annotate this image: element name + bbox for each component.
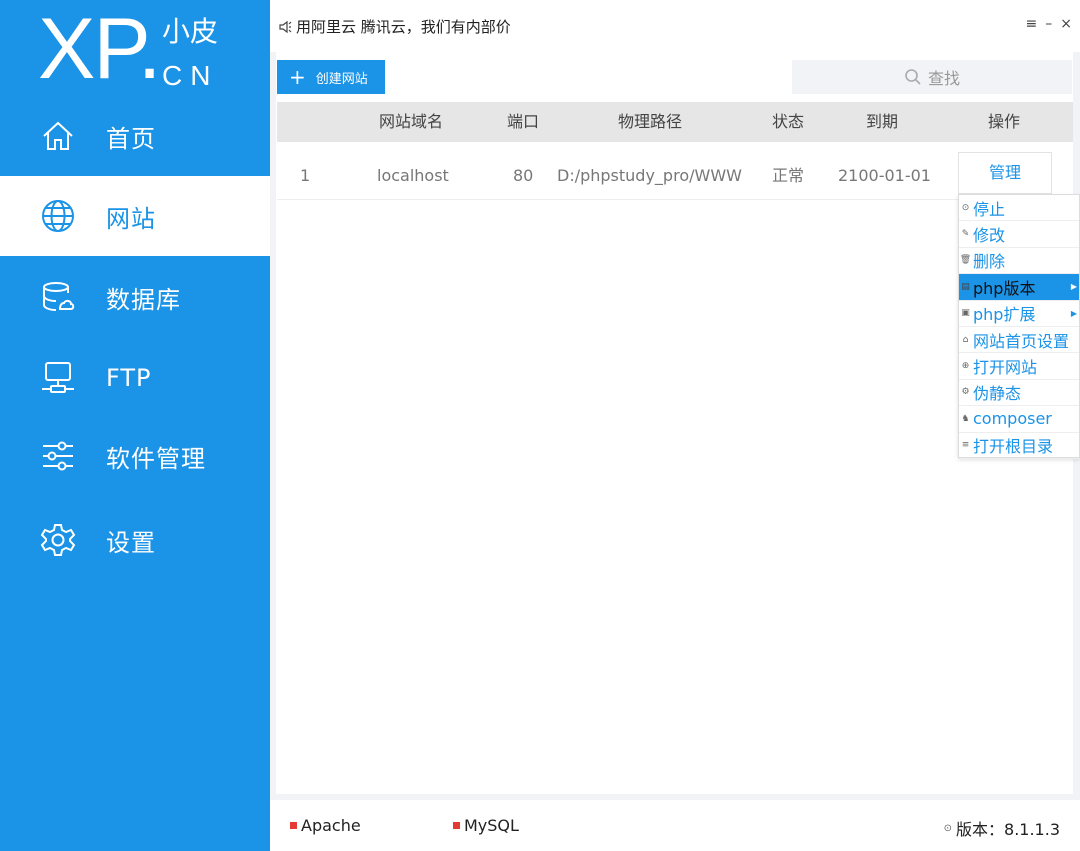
column-header-path: 物理路径 (618, 112, 683, 131)
status-bar: Apache MySQL ⊙ 版本：8.1.1.3 (270, 800, 1080, 851)
menu-item-label: 删除 (973, 252, 1006, 272)
service-apache[interactable]: Apache (290, 816, 361, 835)
service-label: Apache (301, 816, 361, 835)
version-info[interactable]: ⊙ 版本：8.1.1.3 (944, 816, 1060, 840)
sidebar-item-label: 数据库 (106, 285, 181, 314)
logo-cn-top: 小皮 (162, 15, 219, 48)
folder-list-icon: ≡ (961, 440, 970, 451)
sidebar-item-software[interactable]: 软件管理 (0, 416, 270, 496)
column-header-action: 操作 (988, 112, 1021, 131)
search-icon (904, 68, 922, 86)
stop-icon: ⊙ (961, 202, 970, 213)
menu-item-composer[interactable]: ♞ composer (959, 406, 1079, 433)
sidebar-item-settings[interactable]: 设置 (0, 500, 270, 580)
menu-item-label: 打开根目录 (973, 437, 1054, 457)
composer-icon: ♞ (961, 413, 970, 424)
open-site-icon: ⊕ (961, 361, 970, 372)
globe-icon (40, 198, 76, 234)
speaker-icon (278, 19, 292, 34)
submenu-arrow-icon: ▶ (1070, 308, 1077, 318)
menu-item-label: php版本 (973, 278, 1036, 298)
info-icon: ⊙ (943, 822, 953, 834)
menu-item-label: 打开网站 (973, 358, 1038, 378)
sidebar-item-label: 设置 (106, 528, 156, 557)
manage-button[interactable]: 管理 (958, 152, 1052, 194)
sidebar-item-database[interactable]: 数据库 (0, 257, 270, 337)
menu-item-rewrite[interactable]: ⚙ 伪静态 (959, 380, 1079, 407)
sidebar: XP. 小皮 CN 首页 网站 数据库 FTP 软件管理 设置 (0, 0, 270, 851)
service-label: MySQL (464, 816, 519, 835)
menu-item-label: 停止 (973, 199, 1006, 219)
service-mysql[interactable]: MySQL (453, 816, 519, 835)
menu-item-delete[interactable]: 🗑 删除 (959, 248, 1079, 275)
minimize-icon[interactable]: – (1045, 16, 1052, 32)
submenu-arrow-icon: ▶ (1070, 282, 1077, 292)
edit-icon: ✎ (961, 229, 970, 240)
search-placeholder: 查找 (927, 69, 960, 88)
plus-icon: + (289, 65, 306, 89)
logo-cn-bottom: CN (162, 60, 219, 91)
sidebar-item-label: FTP (106, 364, 152, 392)
sidebar-item-ftp[interactable]: FTP (0, 338, 270, 418)
rewrite-icon: ⚙ (961, 387, 970, 398)
row-status: 正常 (772, 166, 805, 185)
row-domain: localhost (377, 166, 449, 185)
menu-item-open-root[interactable]: ≡ 打开根目录 (959, 433, 1079, 459)
trash-icon: 🗑 (959, 255, 972, 266)
menu-item-php-extension[interactable]: ▣ php扩展 ▶ (959, 301, 1079, 327)
column-header-status: 状态 (772, 112, 805, 131)
manage-context-menu: ⊙ 停止 ✎ 修改 🗑 删除 ▤ php版本 ▶ ▣ php扩展 ▶ ⌂ 网站首… (958, 194, 1080, 459)
notice-bar: 用阿里云 腾讯云，我们有内部价 ≡ – × (270, 0, 1080, 52)
database-icon (40, 279, 76, 315)
menu-item-stop[interactable]: ⊙ 停止 (959, 195, 1079, 222)
column-header-expire: 到期 (866, 112, 899, 131)
menu-item-php-version[interactable]: ▤ php版本 ▶ (959, 274, 1079, 301)
row-path: D:/phpstudy_pro/WWW (557, 166, 742, 185)
website-panel: + 创建网站 查找 网站域名 端口 物理路径 状态 到期 操作 1 localh… (276, 52, 1073, 794)
sidebar-item-website[interactable]: 网站 (0, 176, 270, 256)
version-label: 版本：8.1.1.3 (956, 820, 1060, 839)
menu-item-label: 伪静态 (973, 384, 1022, 404)
window-controls: ≡ – × (1026, 16, 1072, 32)
logo-main: XP. (38, 1, 162, 97)
create-website-label: 创建网站 (315, 71, 368, 87)
create-website-button[interactable]: + 创建网站 (277, 60, 385, 94)
close-icon[interactable]: × (1060, 16, 1072, 32)
table-header: 网站域名 端口 物理路径 状态 到期 操作 (277, 102, 1073, 142)
sidebar-item-label: 网站 (106, 204, 156, 233)
row-expire: 2100-01-01 (838, 166, 931, 185)
status-indicator (453, 822, 460, 829)
ftp-monitor-icon (40, 360, 76, 396)
home-icon (40, 118, 76, 154)
column-header-port: 端口 (507, 112, 540, 131)
status-indicator (290, 822, 297, 829)
home-setting-icon: ⌂ (962, 334, 969, 345)
column-header-domain: 网站域名 (379, 112, 444, 131)
menu-item-homepage-setting[interactable]: ⌂ 网站首页设置 (959, 327, 1079, 354)
menu-item-open-site[interactable]: ⊕ 打开网站 (959, 353, 1079, 380)
row-index: 1 (300, 166, 311, 185)
menu-item-label: composer (973, 409, 1052, 429)
sidebar-item-home[interactable]: 首页 (0, 96, 270, 176)
sliders-icon (40, 438, 76, 474)
sidebar-item-label: 首页 (106, 124, 156, 153)
table-row[interactable]: 1 localhost 80 D:/phpstudy_pro/WWW 正常 21… (277, 152, 1073, 200)
sidebar-item-label: 软件管理 (106, 444, 206, 473)
notice-text[interactable]: 用阿里云 腾讯云，我们有内部价 (296, 16, 511, 37)
logo: XP. 小皮 CN (38, 6, 238, 92)
menu-item-edit[interactable]: ✎ 修改 (959, 221, 1079, 248)
php-extension-icon: ▣ (961, 308, 970, 319)
row-port: 80 (513, 166, 534, 185)
search-input[interactable]: 查找 (792, 60, 1072, 94)
app-window: XP. 小皮 CN 首页 网站 数据库 FTP 软件管理 设置 用阿里云 腾讯云… (0, 0, 1080, 851)
menu-item-label: 网站首页设置 (973, 331, 1070, 351)
menu-item-label: php扩展 (973, 305, 1036, 325)
menu-item-label: 修改 (973, 226, 1006, 246)
php-version-icon: ▤ (961, 281, 970, 292)
gear-icon (40, 522, 76, 558)
menu-icon[interactable]: ≡ (1026, 16, 1038, 32)
